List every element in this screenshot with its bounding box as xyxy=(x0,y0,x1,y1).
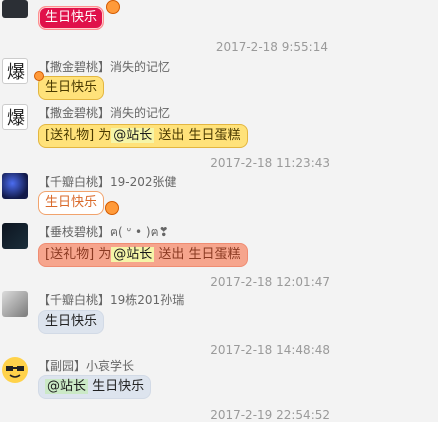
message-bubble: 生日快乐 xyxy=(38,191,105,215)
message-1: 爆 【撒金碧桃】消失的记忆 生日快乐 xyxy=(0,58,438,102)
gift-decoration-icon xyxy=(106,0,120,14)
message-bubble: @站长 生日快乐 xyxy=(38,375,152,399)
mention-tag[interactable]: @站长 xyxy=(111,247,155,262)
message-text: 生日快乐 xyxy=(45,195,98,210)
avatar-glyph-icon: 爆 xyxy=(7,108,25,129)
avatar-glyph-icon: 爆 xyxy=(7,62,25,83)
timestamp: 2017-2-18 9:55:14 xyxy=(215,40,328,54)
avatar[interactable] xyxy=(2,0,28,18)
avatar[interactable] xyxy=(2,357,28,383)
gift-message-bubble: [送礼物] 为 @站长 送出 生日蛋糕 xyxy=(38,124,248,148)
message-text: 生日快乐 xyxy=(88,379,145,394)
message-6: 【副园】小哀学长 @站长 生日快乐 xyxy=(0,357,438,403)
message-bubble: 生日快乐 xyxy=(38,310,105,334)
timestamp: 2017-2-18 12:01:47 xyxy=(210,275,330,289)
sender-name: 【撒金碧桃】消失的记忆 xyxy=(38,104,170,121)
message-text: 生日快乐 xyxy=(45,314,98,329)
party-decoration-icon xyxy=(34,71,44,81)
gift-prefix: [送礼物] 为 xyxy=(45,247,112,262)
svg-text:爆: 爆 xyxy=(7,108,25,129)
sender-name: 【撒金碧桃】消失的记忆 xyxy=(38,58,170,75)
sender-nickname: 小哀学长 xyxy=(86,359,135,373)
message-0: 生日快乐 xyxy=(0,0,438,30)
gift-prefix: [送礼物] 为 xyxy=(45,128,112,143)
sender-nickname: 19栋201孙瑞 xyxy=(110,293,185,307)
message-2: 爆 【撒金碧桃】消失的记忆 [送礼物] 为 @站长 送出 生日蛋糕 xyxy=(0,104,438,150)
gift-message-bubble: [送礼物] 为 @站长 送出 生日蛋糕 xyxy=(38,243,248,267)
sender-badge: 【垂枝碧桃】 xyxy=(38,225,111,239)
svg-text:爆: 爆 xyxy=(7,62,25,83)
sender-nickname: 消失的记忆 xyxy=(110,106,171,120)
sender-nickname: 19-202张健 xyxy=(110,175,177,189)
message-3: 【千瓣白桃】19-202张健 生日快乐 xyxy=(0,173,438,219)
message-bubble: 生日快乐 xyxy=(38,6,105,30)
message-bubble: 生日快乐 xyxy=(38,76,105,100)
timestamp: 2017-2-18 11:23:43 xyxy=(210,156,330,170)
sender-badge: 【千瓣白桃】 xyxy=(38,175,111,189)
chat-history: 生日快乐 2017-2-18 9:55:14 爆 【撒金碧桃】消失的记忆 生日快… xyxy=(0,0,438,422)
sender-badge: 【千瓣白桃】 xyxy=(38,293,111,307)
sender-nickname: ฅ( ᐡ • )ฅ❣ xyxy=(110,225,169,239)
sender-badge: 【撒金碧桃】 xyxy=(38,106,111,120)
message-text: 生日快乐 xyxy=(45,80,98,95)
message-5: 【千瓣白桃】19栋201孙瑞 生日快乐 xyxy=(0,291,438,337)
glasses-face-icon xyxy=(6,366,24,378)
flower-decoration-icon xyxy=(105,201,119,215)
message-4: 【垂枝碧桃】ฅ( ᐡ • )ฅ❣ [送礼物] 为 @站长 送出 生日蛋糕 xyxy=(0,223,438,269)
avatar[interactable] xyxy=(2,173,28,199)
avatar[interactable]: 爆 xyxy=(2,104,28,130)
sender-nickname: 消失的记忆 xyxy=(110,60,171,74)
sender-name: 【副园】小哀学长 xyxy=(38,357,134,374)
sender-badge: 【副园】 xyxy=(38,359,87,373)
avatar[interactable]: 爆 xyxy=(2,58,28,84)
avatar[interactable] xyxy=(2,291,28,317)
sender-badge: 【撒金碧桃】 xyxy=(38,60,111,74)
mention-tag[interactable]: @站长 xyxy=(111,128,155,143)
avatar[interactable] xyxy=(2,223,28,249)
timestamp: 2017-2-19 22:54:52 xyxy=(210,408,330,422)
sender-name: 【垂枝碧桃】ฅ( ᐡ • )ฅ❣ xyxy=(38,223,169,242)
gift-suffix: 送出 生日蛋糕 xyxy=(154,128,241,143)
timestamp: 2017-2-18 14:48:48 xyxy=(210,343,330,357)
gift-suffix: 送出 生日蛋糕 xyxy=(154,247,241,262)
mention-tag[interactable]: @站长 xyxy=(45,379,89,394)
message-text: 生日快乐 xyxy=(45,10,98,25)
sender-name: 【千瓣白桃】19栋201孙瑞 xyxy=(38,291,184,308)
sender-name: 【千瓣白桃】19-202张健 xyxy=(38,173,177,190)
